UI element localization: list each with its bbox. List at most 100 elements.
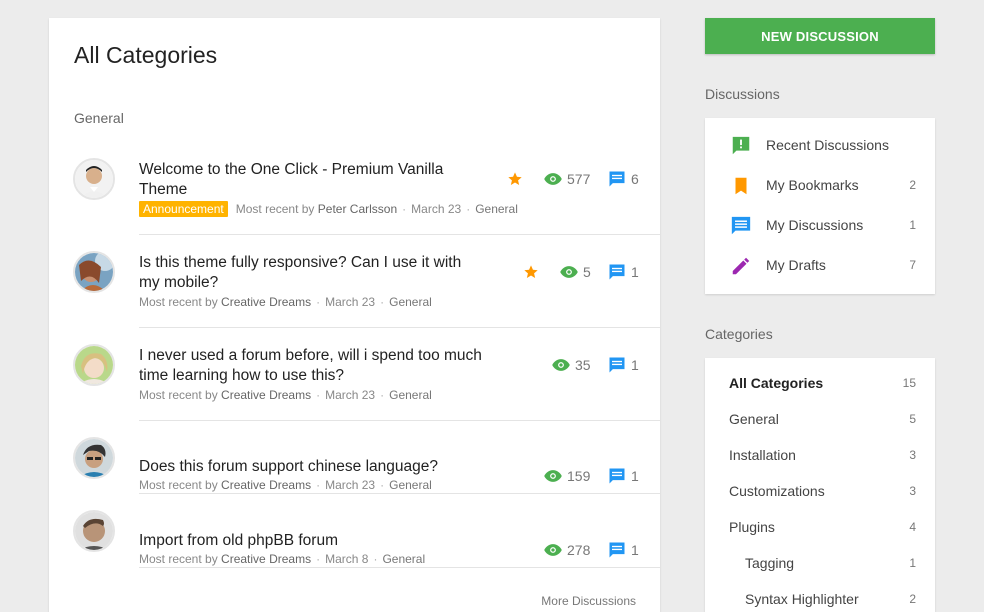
category-count: 4 [909,520,916,534]
discussion-meta: Most recent by Creative Dreams · March 23 ·… [139,388,432,402]
discussion-title[interactable]: Import from old phpBB forum [139,531,484,551]
category-count: 3 [909,484,916,498]
sidebar-item-count: 7 [909,258,916,272]
category-item-syntax-highlighter[interactable]: Syntax Highlighter 2 [705,581,935,612]
category-link[interactable]: General [389,478,432,492]
meta-prefix: Most recent by [139,478,218,492]
avatar[interactable] [73,437,115,479]
comment-count: 1 [607,466,639,486]
category-link[interactable]: General [475,202,518,216]
category-label: Tagging [745,555,795,571]
bookmark-star-icon[interactable] [507,171,527,187]
page-title: All Categories [74,42,218,68]
bookmark-star-icon[interactable] [523,264,543,280]
comment-icon [609,357,625,373]
category-label: Installation [729,447,796,463]
meta-prefix: Most recent by [235,202,315,216]
category-item-installation[interactable]: Installation 3 [705,437,935,473]
comment-count: 1 [607,355,639,375]
comment-count: 1 [607,262,639,282]
category-item-tagging[interactable]: Tagging 1 [705,545,935,581]
author-link[interactable]: Peter Carlsson [318,202,397,216]
discussion-links-panel: Recent Discussions My Bookmarks 2 My Dis… [705,118,935,294]
discussion-meta: Most recent by Creative Dreams · March 23 ·… [139,478,432,492]
discussion-date: March 8 [325,552,369,566]
avatar[interactable] [73,251,115,293]
meta-prefix: Most recent by [139,552,218,566]
avatar[interactable] [73,510,115,552]
discussion-date: March 23 [325,478,376,492]
author-link[interactable]: Creative Dreams [221,295,311,309]
sidebar-item-recent-discussions[interactable]: Recent Discussions [705,125,935,165]
categories-heading: Categories [705,326,773,342]
category-count: 1 [909,556,916,570]
comment-icon [730,215,752,237]
comment-icon [609,468,625,484]
author-link[interactable]: Creative Dreams [221,552,311,566]
discussions-heading: Discussions [705,86,780,102]
category-count: 3 [909,448,916,462]
category-count: 5 [909,412,916,426]
meta-prefix: Most recent by [139,388,218,402]
view-count: 5 [559,262,591,282]
new-discussion-button[interactable]: NEW DISCUSSION [705,18,935,54]
more-discussions-link[interactable]: More Discussions [541,594,636,608]
sidebar-item-my-bookmarks[interactable]: My Bookmarks 2 [705,165,935,205]
comment-icon [609,264,625,280]
discussion-date: March 23 [325,295,376,309]
discussion-title[interactable]: Does this forum support chinese language… [139,457,484,477]
sidebar-item-label: My Discussions [766,217,864,233]
category-label: Customizations [729,483,825,499]
category-item-customizations[interactable]: Customizations 3 [705,473,935,509]
discussion-meta: Most recent by Creative Dreams · March 8 · G… [139,552,426,566]
category-count: 15 [902,376,916,390]
eye-icon [560,266,578,278]
discussion-row: Welcome to the One Click - Premium Vanil… [49,154,660,235]
discussions-panel: All Categories General Welcome to the On… [49,18,660,612]
sidebar-item-my-drafts[interactable]: My Drafts 7 [705,245,935,285]
discussion-title[interactable]: I never used a forum before, will i spen… [139,346,484,386]
comment-icon [609,171,625,187]
category-link[interactable]: General [389,295,432,309]
alert-comment-icon [730,135,752,157]
comment-icon [609,542,625,558]
meta-prefix: Most recent by [139,295,218,309]
category-label: Syntax Highlighter [745,591,859,607]
comment-count: 1 [607,540,639,560]
categories-panel: All Categories 15 General 5 Installation… [705,358,935,612]
row-divider [139,567,660,568]
sidebar-item-label: My Bookmarks [766,177,859,193]
category-item-all-categories[interactable]: All Categories 15 [705,365,935,401]
category-link[interactable]: General [389,388,432,402]
category-count: 2 [909,592,916,606]
sidebar-item-my-discussions[interactable]: My Discussions 1 [705,205,935,245]
discussion-title[interactable]: Welcome to the One Click - Premium Vanil… [139,160,484,200]
eye-icon [544,544,562,556]
discussion-title[interactable]: Is this theme fully responsive? Can I us… [139,253,484,293]
discussion-date: March 23 [325,388,376,402]
view-count: 159 [543,466,590,486]
discussion-row: Does this forum support chinese language… [49,420,660,494]
category-label: All Categories [729,375,824,391]
author-link[interactable]: Creative Dreams [221,478,311,492]
announcement-badge: Announcement [139,201,228,217]
category-item-general[interactable]: General 5 [705,401,935,437]
bookmark-icon [730,175,752,197]
sidebar-item-label: Recent Discussions [766,137,889,153]
eye-icon [552,359,570,371]
category-heading[interactable]: General [74,110,124,126]
discussion-row: Import from old phpBB forum Most recent … [49,493,660,568]
author-link[interactable]: Creative Dreams [221,388,311,402]
sidebar-item-count: 2 [909,178,916,192]
pencil-icon [730,255,752,277]
avatar[interactable] [73,344,115,386]
discussion-date: March 23 [411,202,462,216]
discussion-meta: Announcement Most recent by Peter Carlsso… [139,201,518,217]
avatar[interactable] [73,158,115,200]
view-count: 577 [543,169,590,189]
discussion-meta: Most recent by Creative Dreams · March 23 ·… [139,295,432,309]
view-count: 35 [551,355,591,375]
category-link[interactable]: General [382,552,425,566]
category-item-plugins[interactable]: Plugins 4 [705,509,935,545]
sidebar-item-count: 1 [909,218,916,232]
